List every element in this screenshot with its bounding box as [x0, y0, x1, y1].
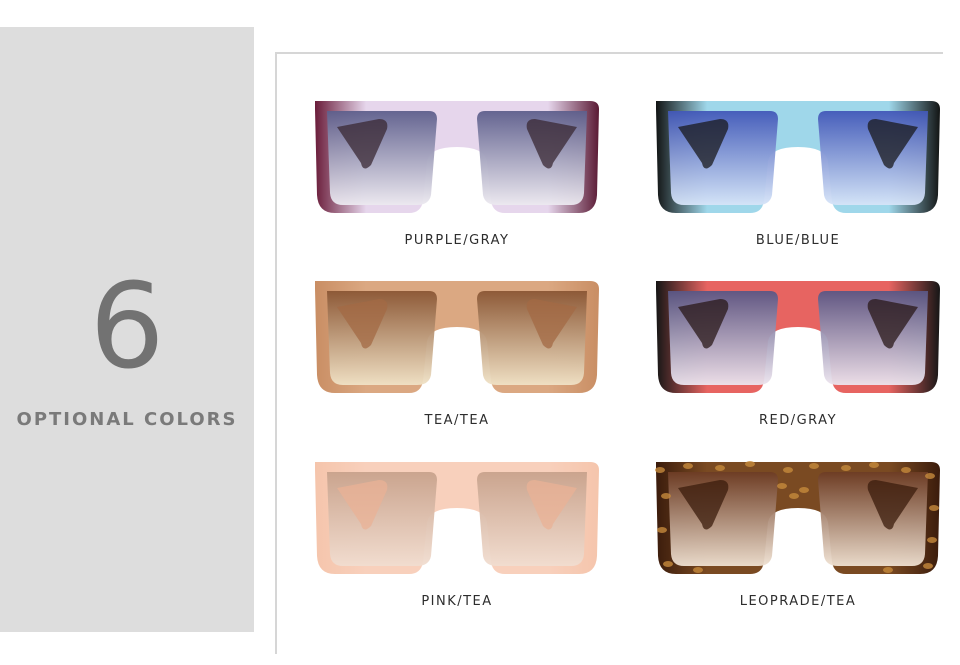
leopard-spot	[683, 463, 693, 469]
leopard-spot	[789, 493, 799, 499]
product-item: BLUE/BLUE	[638, 95, 958, 265]
sunglasses-image	[315, 101, 599, 213]
side-panel: 6 OPTIONAL COLORS	[0, 27, 254, 632]
leopard-spot	[869, 462, 879, 468]
product-item: LEOPRADE/TEA	[638, 456, 958, 626]
leopard-spot	[663, 561, 673, 567]
leopard-spot	[693, 567, 703, 573]
color-count: 6	[89, 257, 165, 395]
color-label: RED/GRAY	[758, 413, 838, 428]
optional-colors-label: OPTIONAL COLORS	[16, 409, 238, 430]
leopard-spot	[799, 487, 809, 493]
leopard-spot	[745, 461, 755, 467]
leopard-spot	[777, 483, 787, 489]
color-label: PINK/TEA	[421, 594, 493, 609]
color-label: LEOPRADE/TEA	[739, 594, 857, 609]
leopard-spot	[901, 467, 911, 473]
leopard-spot	[783, 467, 793, 473]
sunglasses-image	[315, 462, 599, 574]
leopard-spot	[883, 567, 893, 573]
sunglasses-image	[315, 281, 599, 393]
leopard-spot	[923, 563, 933, 569]
product-item: TEA/TEA	[297, 275, 617, 445]
leopard-spot	[661, 493, 671, 499]
sunglasses-image	[656, 101, 940, 213]
product-item: PINK/TEA	[297, 456, 617, 626]
leopard-spot	[841, 465, 851, 471]
leopard-spot	[925, 473, 935, 479]
leopard-spot	[655, 467, 665, 473]
product-item: RED/GRAY	[638, 275, 958, 445]
leopard-spot	[809, 463, 819, 469]
color-label: TEA/TEA	[424, 413, 490, 428]
leopard-spot	[927, 537, 937, 543]
leopard-spot	[657, 527, 667, 533]
sunglasses-image	[655, 461, 940, 574]
color-label: BLUE/BLUE	[755, 233, 841, 248]
leopard-spot	[929, 505, 939, 511]
product-item: PURPLE/GRAY	[297, 95, 617, 265]
leopard-spot	[715, 465, 725, 471]
color-label: PURPLE/GRAY	[404, 233, 510, 248]
sunglasses-image	[656, 281, 940, 393]
